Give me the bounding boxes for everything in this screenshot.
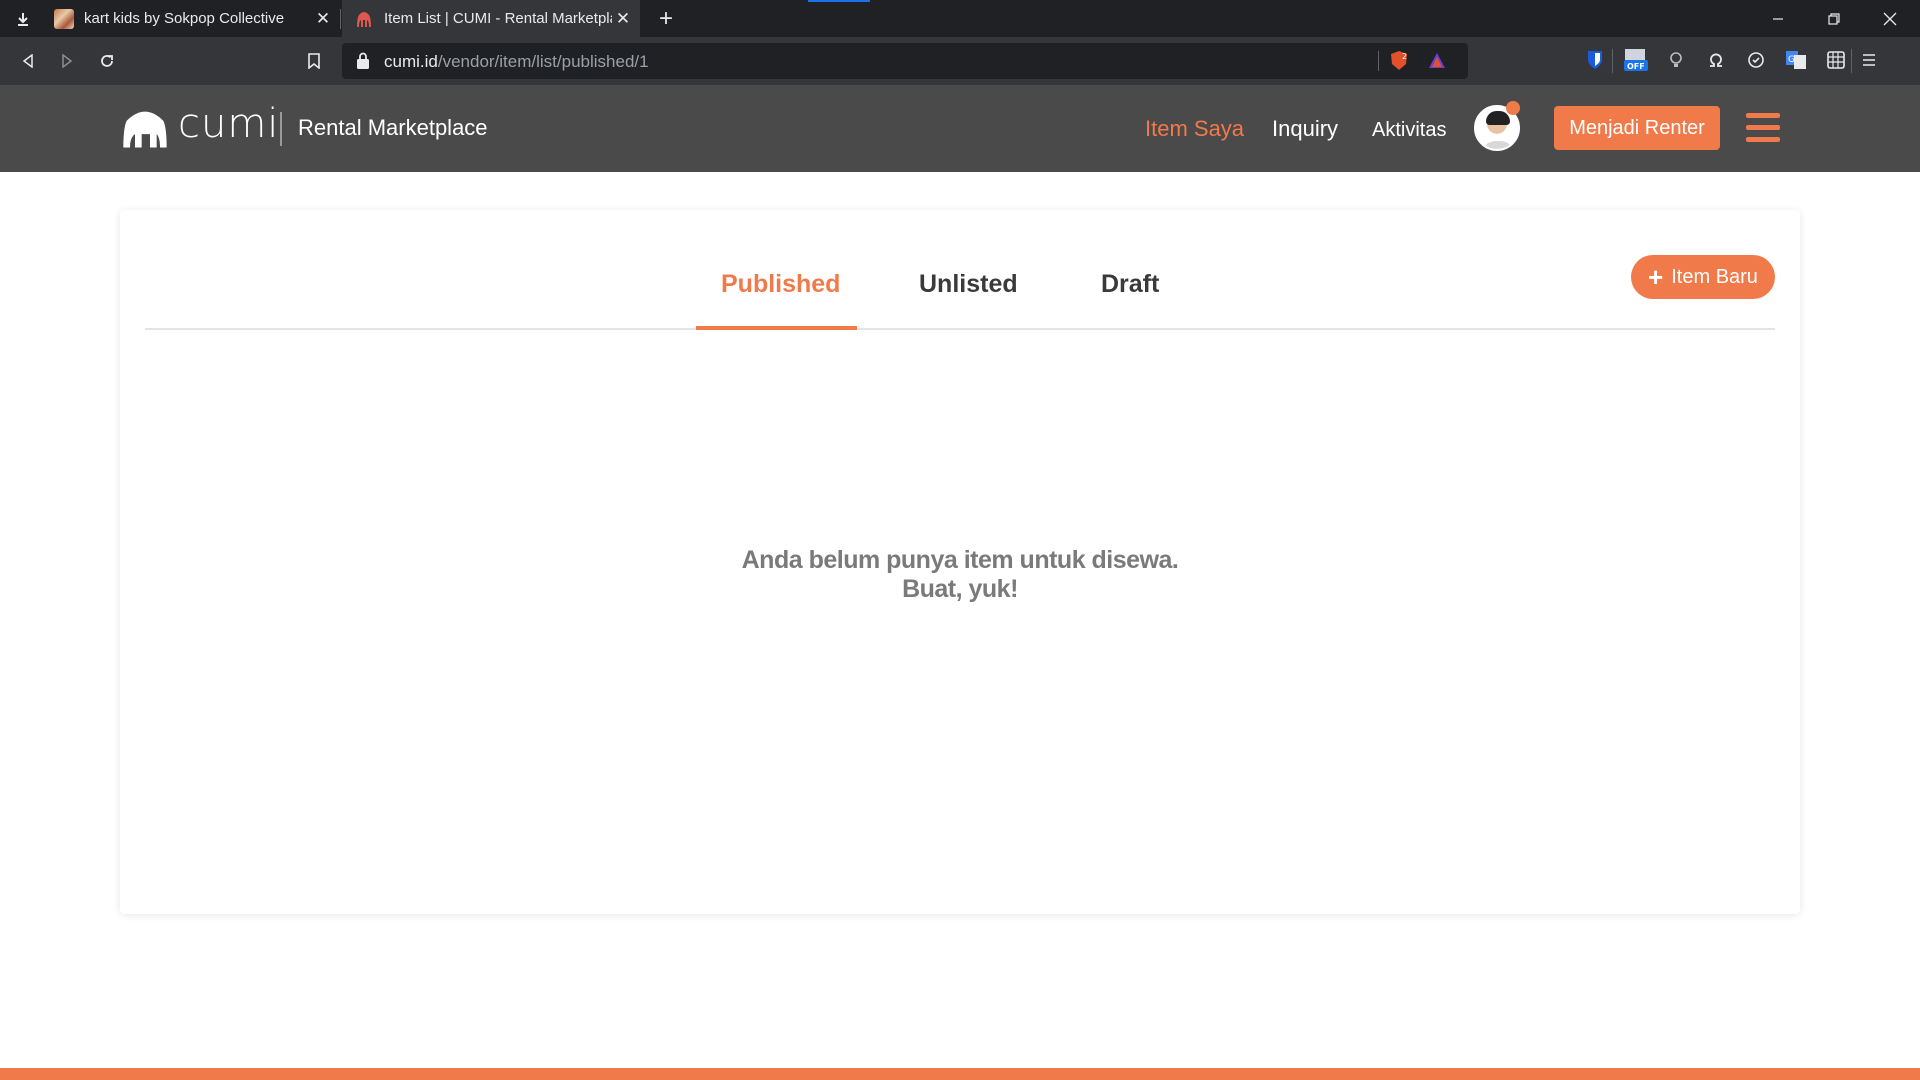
nav-inquiry[interactable]: Inquiry bbox=[1272, 116, 1338, 142]
notification-dot bbox=[1506, 101, 1520, 115]
browser-tab-item-list[interactable]: Item List | CUMI - Rental Marketplace ✕ bbox=[342, 0, 640, 37]
toolbar-divider bbox=[1851, 49, 1852, 73]
empty-state-message: Anda belum punya item untuk disewa. Buat… bbox=[120, 546, 1800, 604]
download-icon[interactable] bbox=[10, 6, 36, 32]
cumi-octopus-logo-icon[interactable] bbox=[120, 105, 170, 155]
bookmark-icon[interactable] bbox=[299, 46, 329, 76]
become-renter-button[interactable]: Menjadi Renter bbox=[1554, 106, 1720, 150]
browser-toolbar: cumi.id/vendor/item/list/published/1 2 O… bbox=[0, 37, 1920, 85]
url-text: cumi.id/vendor/item/list/published/1 bbox=[384, 52, 649, 71]
address-bar-divider bbox=[1378, 51, 1379, 71]
nav-item-saya[interactable]: Item Saya bbox=[1145, 116, 1244, 142]
browser-tab-kart-kids[interactable]: kart kids by Sokpop Collective ✕ bbox=[42, 0, 340, 37]
toolbar-divider bbox=[1612, 49, 1613, 73]
restore-window-button[interactable] bbox=[1806, 0, 1862, 37]
brave-rewards-icon[interactable] bbox=[1426, 50, 1448, 72]
svg-text:2: 2 bbox=[1402, 52, 1407, 61]
bitwarden-icon[interactable] bbox=[1584, 49, 1606, 71]
forward-icon[interactable] bbox=[52, 46, 82, 76]
close-window-button[interactable] bbox=[1862, 0, 1918, 37]
tab-loading-indicator bbox=[808, 0, 870, 2]
browser-menu-icon[interactable] bbox=[1858, 49, 1880, 71]
reload-icon[interactable] bbox=[92, 46, 122, 76]
lock-icon[interactable] bbox=[356, 52, 370, 70]
tab-divider bbox=[340, 9, 341, 29]
address-bar[interactable]: cumi.id/vendor/item/list/published/1 2 bbox=[342, 43, 1468, 79]
browser-tabstrip: kart kids by Sokpop Collective ✕ Item Li… bbox=[0, 0, 1920, 37]
tabs-divider bbox=[145, 328, 1775, 330]
clock-extension-icon[interactable] bbox=[1745, 49, 1767, 71]
back-icon[interactable] bbox=[13, 46, 43, 76]
new-item-label: Item Baru bbox=[1671, 265, 1758, 288]
close-tab-icon[interactable]: ✕ bbox=[312, 8, 334, 30]
minimize-window-button[interactable] bbox=[1750, 0, 1806, 37]
site-header: cumi Rental Marketplace Item Saya Inquir… bbox=[0, 85, 1920, 172]
tab-unlisted[interactable]: Unlisted bbox=[919, 270, 1018, 299]
google-translate-icon[interactable]: G bbox=[1785, 49, 1807, 71]
item-list-card: Published Unlisted Draft + Item Baru And… bbox=[120, 210, 1800, 914]
image-blocker-extension-icon[interactable]: OFF bbox=[1623, 47, 1649, 73]
close-tab-icon[interactable]: ✕ bbox=[612, 8, 634, 30]
brave-shields-icon[interactable]: 2 bbox=[1388, 50, 1410, 72]
logo-wordmark[interactable]: cumi bbox=[178, 101, 279, 147]
omega-extension-icon[interactable] bbox=[1705, 49, 1727, 71]
nav-aktivitas[interactable]: Aktivitas bbox=[1372, 119, 1446, 142]
tab-draft[interactable]: Draft bbox=[1101, 270, 1159, 299]
empty-state-line: Anda belum punya item untuk disewa. bbox=[741, 546, 1179, 574]
hamburger-menu-icon[interactable] bbox=[1746, 113, 1780, 143]
new-item-button[interactable]: + Item Baru bbox=[1631, 255, 1775, 299]
app-root: kart kids by Sokpop Collective ✕ Item Li… bbox=[0, 0, 1920, 1080]
grid-extension-icon[interactable] bbox=[1825, 49, 1847, 71]
tab-title: Item List | CUMI - Rental Marketplace bbox=[384, 10, 612, 27]
tab-favicon bbox=[54, 8, 74, 29]
brand-tagline: Rental Marketplace bbox=[298, 115, 488, 140]
tab-title: kart kids by Sokpop Collective bbox=[84, 10, 285, 27]
active-tab-underline bbox=[696, 326, 857, 330]
new-tab-button[interactable]: + bbox=[652, 5, 680, 33]
footer-accent-bar bbox=[0, 1068, 1920, 1080]
lightbulb-extension-icon[interactable] bbox=[1665, 49, 1687, 71]
logo-divider bbox=[280, 112, 282, 146]
plus-icon: + bbox=[1648, 262, 1664, 292]
tab-published[interactable]: Published bbox=[721, 270, 840, 299]
empty-state-line: Buat, yuk! bbox=[902, 575, 1018, 603]
cumi-favicon-icon bbox=[354, 9, 374, 29]
svg-text:OFF: OFF bbox=[1627, 62, 1645, 71]
svg-text:G: G bbox=[1788, 55, 1795, 65]
